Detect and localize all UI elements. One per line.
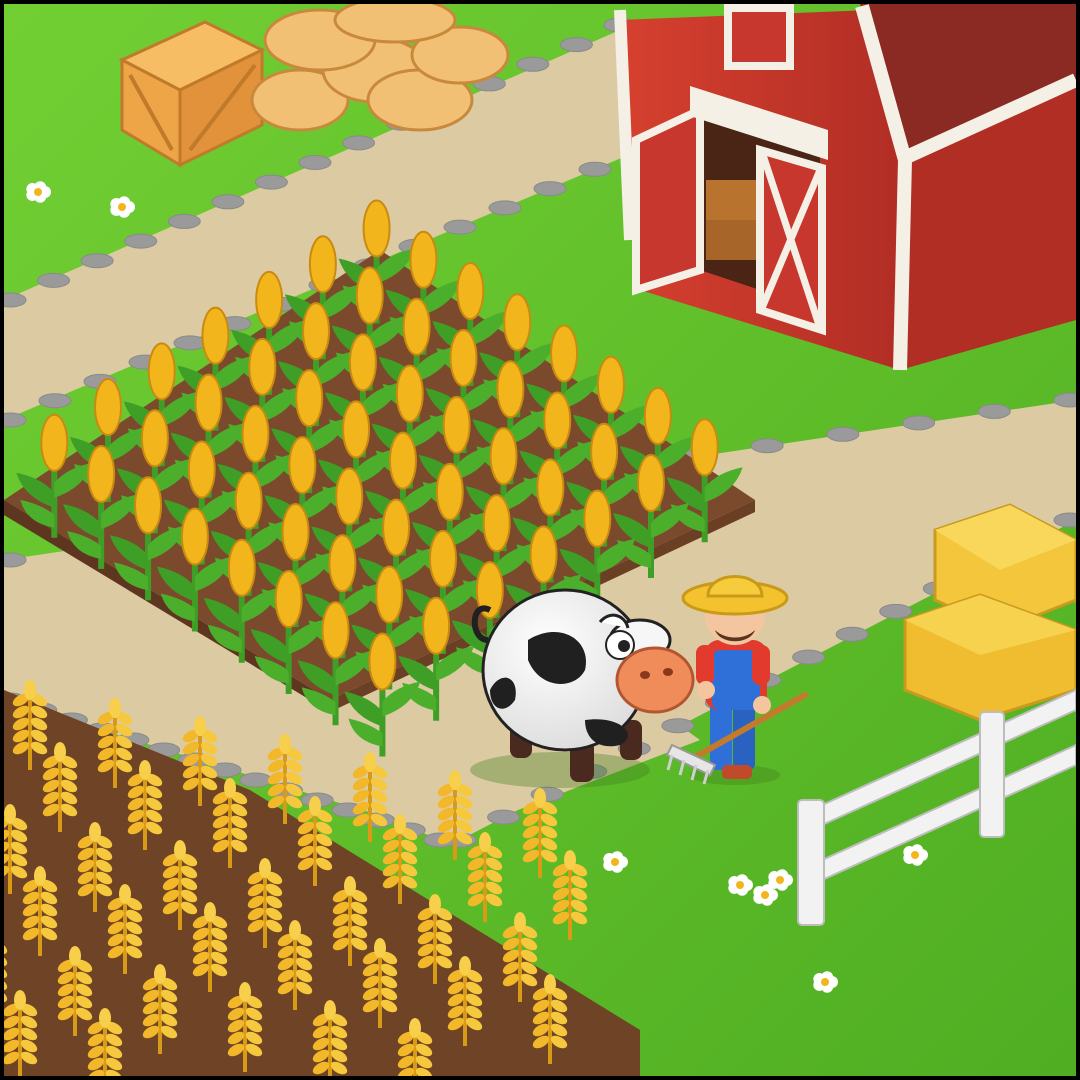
- farm-scene: [0, 0, 1080, 1080]
